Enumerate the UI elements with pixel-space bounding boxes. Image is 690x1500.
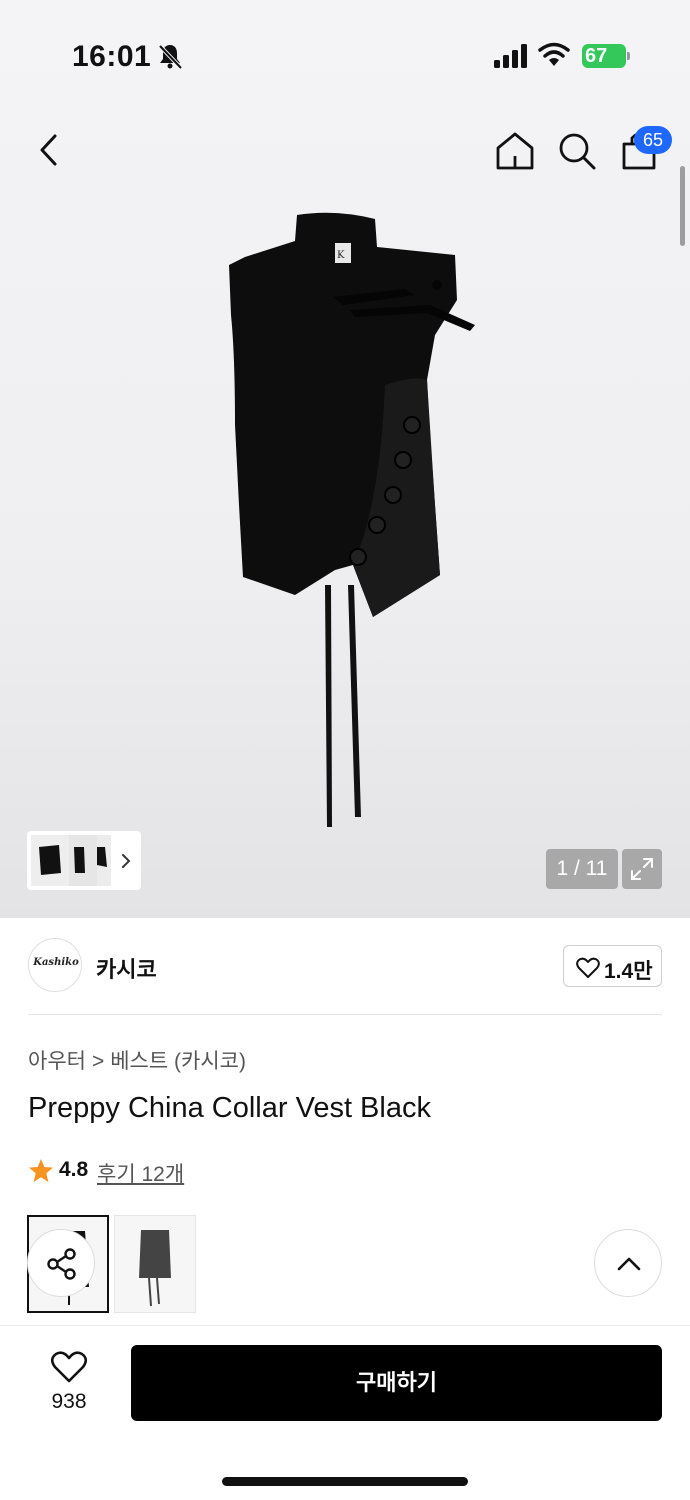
svg-text:K: K [337, 250, 345, 261]
product-image[interactable]: K [215, 205, 490, 835]
buy-button[interactable]: 구매하기 [131, 1345, 662, 1421]
divider [28, 1014, 662, 1015]
bell-slash-icon [158, 44, 183, 70]
wishlist-button[interactable]: 938 [36, 1346, 102, 1416]
product-gallery[interactable]: K 16:01 67 65 1 / 11 [0, 0, 690, 918]
brand-name[interactable]: 카시코 [96, 952, 157, 984]
brand-like-count: 1.4만 [604, 960, 653, 983]
product-title: Preppy China Collar Vest Black [28, 1092, 431, 1124]
thumbnail-strip[interactable] [27, 831, 141, 890]
cellular-signal-icon [494, 44, 527, 68]
heart-outline-icon [50, 1351, 88, 1383]
brand-logo-text: Kashiko [33, 957, 79, 968]
scrollbar[interactable] [680, 166, 685, 246]
breadcrumb-category[interactable]: 아우터 [28, 1045, 86, 1075]
cart-count-badge: 65 [634, 126, 672, 154]
share-icon [47, 1248, 76, 1280]
battery-level: 67 [585, 45, 608, 67]
brand-logo[interactable]: Kashiko [28, 938, 82, 992]
chevron-up-icon [617, 1257, 641, 1271]
rating-value: 4.8 [59, 1158, 89, 1181]
chevron-right-icon [122, 854, 131, 868]
status-time: 16:01 [72, 40, 152, 73]
heart-outline-icon [576, 957, 600, 978]
share-button[interactable] [27, 1229, 95, 1297]
breadcrumb-subcategory[interactable]: 베스트 (카시코) [110, 1045, 246, 1075]
breadcrumb: 아우터 > 베스트 (카시코) [28, 1045, 246, 1075]
star-icon [29, 1159, 53, 1182]
brand-like-button[interactable]: 1.4만 [563, 945, 662, 987]
home-indicator [222, 1477, 468, 1486]
expand-icon[interactable] [622, 849, 662, 889]
wifi-icon [538, 42, 570, 66]
search-icon[interactable] [556, 130, 598, 172]
color-option-thumbnail[interactable] [114, 1215, 196, 1313]
chevron-left-icon[interactable] [30, 130, 70, 170]
battery-charging-icon: 67 [582, 44, 630, 68]
image-counter: 1 / 11 [546, 849, 618, 889]
scroll-to-top-button[interactable] [594, 1229, 662, 1297]
review-link[interactable]: 후기 12개 [97, 1158, 184, 1188]
wishlist-count: 938 [51, 1390, 87, 1413]
home-icon[interactable] [494, 130, 536, 172]
breadcrumb-separator: > [91, 1050, 105, 1073]
